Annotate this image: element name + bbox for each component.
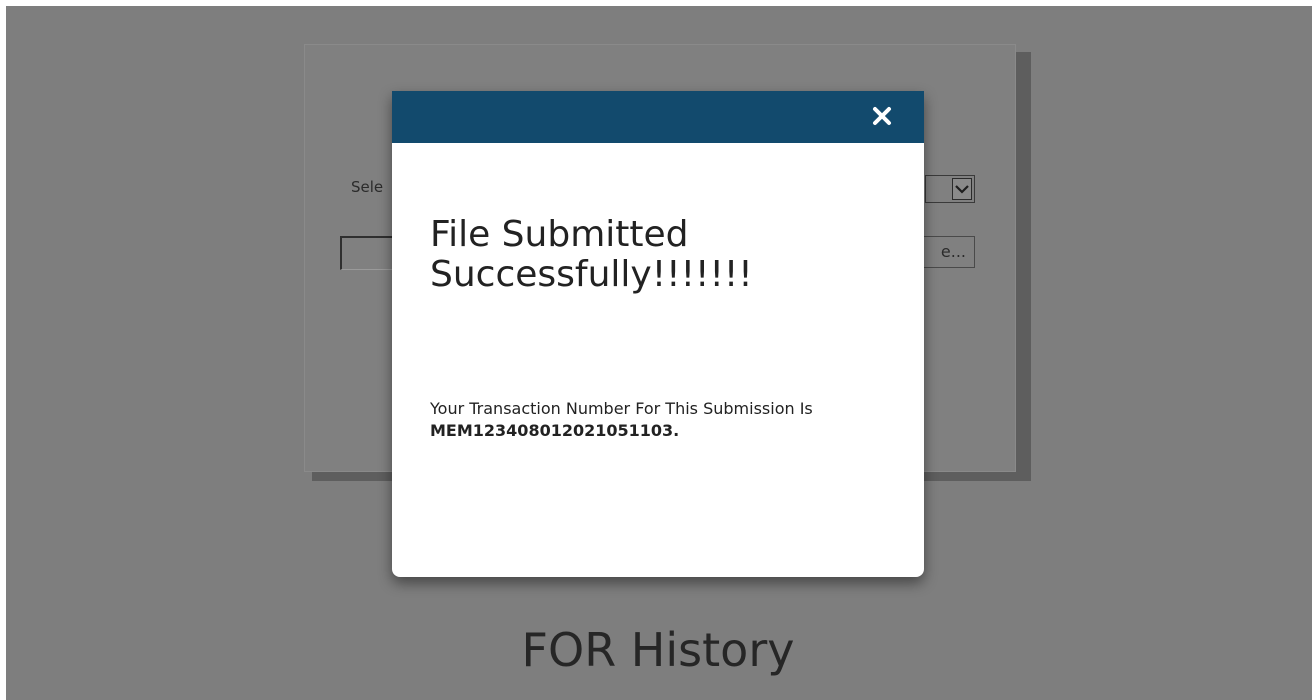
transaction-number: MEM123408012021051103. bbox=[430, 421, 680, 440]
select-label: Sele bbox=[351, 178, 384, 196]
browse-button[interactable]: e... bbox=[918, 236, 975, 268]
screen-edge-top bbox=[0, 0, 1312, 6]
screen-edge-left bbox=[0, 0, 6, 700]
chevron-down-icon[interactable] bbox=[952, 178, 972, 200]
modal-title: File Submitted Successfully!!!!!!! bbox=[430, 214, 753, 295]
modal-message: Your Transaction Number For This Submiss… bbox=[430, 398, 850, 442]
file-type-select[interactable] bbox=[925, 175, 975, 203]
transaction-message-text: Your Transaction Number For This Submiss… bbox=[430, 399, 813, 418]
modal-header bbox=[392, 91, 924, 143]
success-modal: File Submitted Successfully!!!!!!! Your … bbox=[392, 91, 924, 577]
file-path-input[interactable] bbox=[340, 236, 400, 270]
close-icon[interactable] bbox=[870, 103, 894, 129]
history-heading: FOR History bbox=[521, 623, 795, 677]
